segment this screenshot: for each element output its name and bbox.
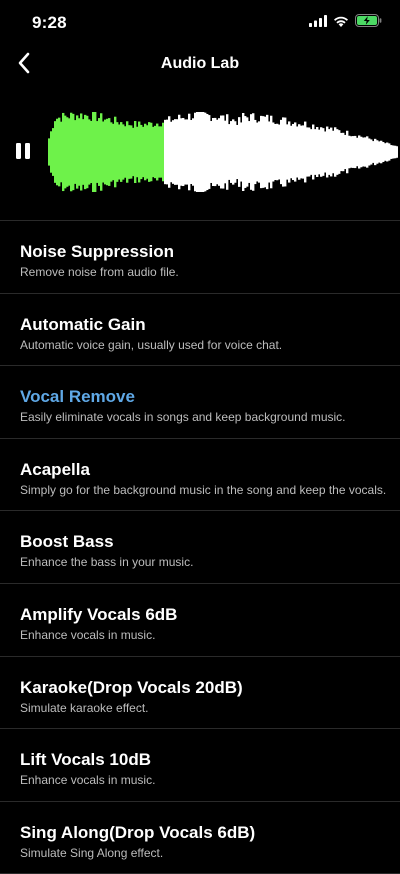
effect-item[interactable]: Lift Vocals 10dB Enhance vocals in music.	[0, 729, 400, 802]
audio-player	[0, 100, 400, 210]
effect-item[interactable]: Vocal Remove Easily eliminate vocals in s…	[0, 366, 400, 439]
nav-bar: Audio Lab	[0, 46, 400, 86]
effect-description: Remove noise from audio file.	[20, 265, 179, 279]
effect-description: Enhance vocals in music.	[20, 773, 156, 788]
effect-item[interactable]: Automatic Gain Automatic voice gain, usua…	[0, 294, 400, 367]
status-icons	[309, 14, 382, 32]
status-bar: 9:28	[0, 0, 400, 46]
effect-description: Simulate Sing Along effect.	[20, 845, 164, 860]
waveform[interactable]	[48, 112, 398, 192]
cellular-icon	[309, 14, 327, 32]
effect-item[interactable]: Noise Suppression Remove noise from audio…	[0, 221, 400, 294]
wifi-icon	[333, 14, 349, 32]
effect-description: Easily eliminate vocals in songs and kee…	[20, 410, 346, 425]
pause-button[interactable]	[10, 140, 36, 166]
waveform-bar	[396, 146, 398, 158]
effect-description: Enhance vocals in music.	[20, 627, 156, 642]
effect-title: Automatic Gain	[20, 314, 146, 334]
status-time: 9:28	[32, 13, 67, 32]
effect-description: Enhance the bass in your music.	[20, 555, 194, 570]
effect-item[interactable]: Karaoke(Drop Vocals 20dB) Simulate karaok…	[0, 657, 400, 730]
effect-title: Amplify Vocals 6dB	[20, 604, 178, 624]
effect-title: Sing Along(Drop Vocals 6dB)	[20, 822, 256, 842]
effect-item[interactable]: Amplify Vocals 6dB Enhance vocals in musi…	[0, 584, 400, 657]
effect-title: Lift Vocals 10dB	[20, 750, 151, 770]
effect-description: Automatic voice gain, usually used for v…	[20, 337, 283, 352]
page-title: Audio Lab	[160, 55, 240, 72]
effect-description: Simulate karaoke effect.	[20, 700, 149, 715]
effect-description: Simply go for the background music in th…	[20, 482, 387, 497]
effect-title: Boost Bass	[20, 532, 114, 552]
effect-title: Vocal Remove	[20, 387, 135, 407]
effect-title: Acapella	[20, 459, 90, 479]
effect-title: Karaoke(Drop Vocals 20dB)	[20, 677, 243, 697]
battery-charging-icon	[355, 14, 382, 32]
effect-title: Noise Suppression	[20, 242, 174, 261]
effect-item[interactable]: Acapella Simply go for the background mus…	[0, 439, 400, 512]
pause-icon	[15, 142, 31, 165]
effect-list: Noise Suppression Remove noise from audio…	[0, 220, 400, 874]
effect-item[interactable]: Sing Along(Drop Vocals 6dB) Simulate Sing…	[0, 802, 400, 874]
effect-item[interactable]: Boost Bass Enhance the bass in your music…	[0, 511, 400, 584]
